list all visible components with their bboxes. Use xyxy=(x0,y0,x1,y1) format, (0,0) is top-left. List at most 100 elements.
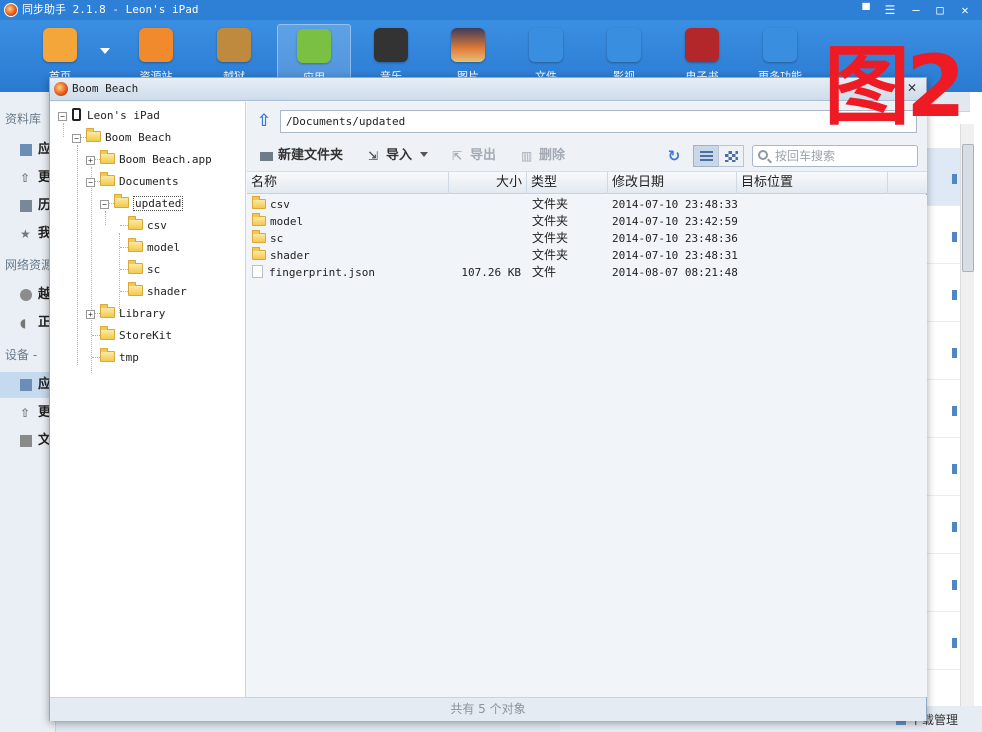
list-row[interactable] xyxy=(926,438,960,496)
tree-node-documents[interactable]: − Documents xyxy=(86,172,179,190)
tree-node-shader[interactable]: shader xyxy=(128,282,187,300)
new-folder-icon xyxy=(260,152,273,161)
row-modified: 2014-08-07 08:21:48 xyxy=(612,266,738,279)
sidebar-item-history[interactable]: 历 xyxy=(0,193,56,219)
export-label: 导出 xyxy=(470,148,497,163)
sidebar-item-jailbreak[interactable]: 越 xyxy=(0,282,56,308)
export-button[interactable]: ⇱ 导出 xyxy=(452,147,496,165)
tree-node-boom-beach-app[interactable]: + Boom Beach.app xyxy=(86,150,212,168)
sidebar-item-device-files[interactable]: 文 xyxy=(0,428,56,454)
up-arrow-icon[interactable]: ⇧ xyxy=(255,112,273,130)
tree-node-csv[interactable]: csv xyxy=(128,216,167,234)
row-action-icon xyxy=(952,522,957,532)
list-scrollbar[interactable] xyxy=(960,124,974,732)
tree-node-device[interactable]: − Leon's iPad xyxy=(58,108,160,124)
row-name: model xyxy=(252,213,303,230)
folder-icon xyxy=(114,194,129,208)
maximize-button[interactable]: □ xyxy=(932,2,948,18)
folder-tree: − Leon's iPad − Boom Beach + Boom Beach.app… xyxy=(50,102,246,697)
column-name[interactable]: 名称 xyxy=(247,172,449,194)
collapse-icon[interactable]: − xyxy=(72,134,81,143)
collapse-icon[interactable]: − xyxy=(100,200,109,209)
path-input[interactable]: /Documents/updated xyxy=(280,110,917,133)
tree-node-label: StoreKit xyxy=(119,329,172,342)
expand-icon[interactable]: + xyxy=(86,156,95,165)
file-sync-icon xyxy=(529,28,563,62)
sidebar-item-official[interactable]: ◖ 正 xyxy=(0,310,56,336)
tree-node-label: Boom Beach xyxy=(105,131,172,144)
tree-node-storekit[interactable]: StoreKit xyxy=(100,326,172,344)
sidebar-item-device-apps[interactable]: 应 xyxy=(0,372,56,398)
list-row[interactable] xyxy=(926,206,960,264)
tree-node-boom-beach[interactable]: − Boom Beach xyxy=(72,128,172,146)
column-modified[interactable]: 修改日期 xyxy=(608,172,737,194)
expand-icon[interactable]: + xyxy=(86,310,95,319)
row-name-text: sc xyxy=(270,232,284,245)
table-row[interactable]: fingerprint.json 107.26 KB 文件 2014-08-07… xyxy=(247,264,927,281)
table-row[interactable]: csv 文件夹 2014-07-10 23:48:33 xyxy=(247,196,927,213)
tree-node-sc[interactable]: sc xyxy=(128,260,161,278)
list-row[interactable] xyxy=(926,264,960,322)
table-row[interactable]: sc 文件夹 2014-07-10 23:48:36 xyxy=(247,230,927,247)
list-row[interactable] xyxy=(926,612,960,670)
sidebar-item-apps[interactable]: 应 xyxy=(0,137,56,163)
row-modified: 2014-07-10 23:48:31 xyxy=(612,249,738,262)
row-type: 文件 xyxy=(532,265,557,279)
list-row[interactable] xyxy=(926,496,960,554)
search-input[interactable]: 按回车搜索 xyxy=(752,145,918,167)
delete-button[interactable]: ▥ 删除 xyxy=(521,147,565,165)
sidebar-group-device: 设备 - xyxy=(5,348,38,362)
collapse-icon[interactable]: − xyxy=(58,112,67,121)
import-dropdown-icon[interactable] xyxy=(420,152,429,157)
tree-node-model[interactable]: model xyxy=(128,238,180,256)
tree-node-library[interactable]: + Library xyxy=(86,304,165,322)
folder-icon xyxy=(128,238,143,252)
apps-icon xyxy=(297,29,331,63)
import-button[interactable]: ⇲ 导入 xyxy=(368,147,429,165)
refresh-icon[interactable]: ↻ xyxy=(666,148,682,164)
list-row[interactable] xyxy=(926,148,960,206)
settings-icon[interactable]: ☰ xyxy=(882,2,898,18)
sidebar-item-device-updates[interactable]: ⇧ 更 xyxy=(0,400,56,426)
sidebar-group-network: 网络资源 xyxy=(5,258,54,272)
scrollbar-thumb[interactable] xyxy=(962,144,974,272)
new-folder-label: 新建文件夹 xyxy=(278,148,344,163)
arrow-up-icon: ⇧ xyxy=(20,406,31,420)
folder-icon xyxy=(252,247,266,260)
tree-node-tmp[interactable]: tmp xyxy=(100,348,139,366)
new-folder-button[interactable]: 新建文件夹 xyxy=(260,147,343,165)
column-size[interactable]: 大小 xyxy=(449,172,527,194)
search-icon xyxy=(758,150,768,160)
list-row[interactable] xyxy=(926,554,960,612)
ipad-icon xyxy=(72,108,81,121)
home-dropdown-icon[interactable] xyxy=(100,48,110,54)
table-row[interactable]: model 文件夹 2014-07-10 23:42:59 xyxy=(247,213,927,230)
list-row[interactable] xyxy=(926,380,960,438)
table-row[interactable]: shader 文件夹 2014-07-10 23:48:31 xyxy=(247,247,927,264)
list-view-button[interactable] xyxy=(693,145,719,167)
grid-view-button[interactable] xyxy=(718,145,744,167)
row-action-icon xyxy=(952,580,957,590)
sidebar-item-updates[interactable]: ⇧ 更 xyxy=(0,165,56,191)
sidebar-item-favorites[interactable]: ★ 我 xyxy=(0,221,56,247)
row-action-icon xyxy=(952,464,957,474)
ebook-icon xyxy=(685,28,719,62)
minimize-button[interactable]: — xyxy=(908,2,924,18)
folder-icon xyxy=(128,260,143,274)
column-type[interactable]: 类型 xyxy=(527,172,608,194)
column-target[interactable]: 目标位置 xyxy=(737,172,888,194)
folder-icon xyxy=(252,196,266,209)
tree-node-updated[interactable]: − updated xyxy=(100,194,184,212)
row-type: 文件夹 xyxy=(532,248,569,262)
close-button[interactable]: ✕ xyxy=(957,2,973,18)
row-name: sc xyxy=(252,230,283,247)
collapse-icon[interactable]: − xyxy=(86,178,95,187)
pineapple-icon xyxy=(217,28,251,62)
table-header: 名称 大小 类型 修改日期 目标位置 xyxy=(247,172,927,194)
row-modified: 2014-07-10 23:48:36 xyxy=(612,232,738,245)
list-row[interactable] xyxy=(926,322,960,380)
import-label: 导入 xyxy=(386,148,413,163)
tree-node-label: sc xyxy=(147,263,161,276)
pin-icon[interactable]: ▀ xyxy=(858,2,874,18)
file-icon xyxy=(252,265,263,278)
